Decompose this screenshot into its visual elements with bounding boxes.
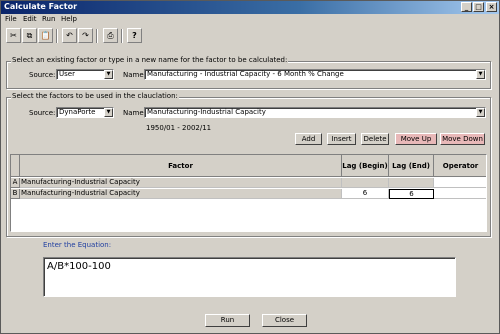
inputs-source-value: DynaPorte [59, 108, 96, 116]
toolbar: ✂ ⧉ 📋 ↶ ↷ ⎙ ? [3, 28, 153, 45]
target-name-select[interactable]: Manufacturing - Industrial Capacity - 6 … [144, 69, 486, 80]
row-a-factor[interactable]: Manufacturing-Industrial Capacity [20, 178, 342, 188]
inputs-name-label: Name: [123, 109, 147, 117]
target-source-value: User [59, 70, 75, 78]
inputs-group-label: Select the factors to be used in the cla… [11, 92, 179, 100]
row-b-operator[interactable] [434, 189, 486, 199]
minimize-button[interactable]: _ [461, 2, 472, 12]
print-icon[interactable]: ⎙ [103, 28, 118, 43]
inputs-source-label: Source: [29, 109, 56, 117]
factors-grid[interactable]: Factor Lag (Begin) Lag (End) Operator A … [10, 154, 487, 232]
date-range: 1950/01 - 2002/11 [146, 124, 212, 132]
close-window-button[interactable]: × [486, 2, 497, 12]
target-source-label: Source: [29, 71, 56, 79]
equation-label: Enter the Equation: [43, 241, 112, 249]
paste-icon[interactable]: 📋 [38, 28, 53, 43]
target-group-label: Select an existing factor or type in a n… [11, 56, 289, 64]
inputs-name-value: Manufacturing-Industrial Capacity [147, 108, 266, 116]
add-button[interactable]: Add [295, 133, 322, 145]
row-b-lag-begin[interactable]: 6 [342, 189, 389, 199]
redo-icon[interactable]: ↷ [78, 28, 93, 43]
column-header-factor[interactable]: Factor [20, 155, 342, 177]
delete-button[interactable]: Delete [361, 133, 389, 145]
row-b-lag-end[interactable]: 6 [389, 189, 434, 199]
menu-file[interactable]: File [5, 15, 17, 23]
target-name-label: Name: [123, 71, 147, 79]
column-header-lag-end[interactable]: Lag (End) [389, 155, 434, 177]
menu-bar: File Edit Run Help [1, 14, 499, 26]
toolbar-separator [56, 29, 58, 43]
menu-help[interactable]: Help [61, 15, 77, 23]
run-button[interactable]: Run [205, 314, 250, 327]
column-header-lag-begin[interactable]: Lag (Begin) [342, 155, 389, 177]
help-icon[interactable]: ? [127, 28, 142, 43]
target-name-value: Manufacturing - Industrial Capacity - 6 … [147, 70, 344, 78]
row-b-factor[interactable]: Manufacturing-Industrial Capacity [20, 189, 342, 199]
chevron-down-icon[interactable]: ▼ [476, 108, 485, 117]
inputs-source-select[interactable]: DynaPorte ▼ [56, 107, 114, 118]
chevron-down-icon[interactable]: ▼ [476, 70, 485, 79]
calculate-factor-window: Calculate Factor _ □ × File Edit Run Hel… [0, 0, 500, 334]
close-button[interactable]: Close [262, 314, 307, 327]
row-a-lag-begin[interactable] [342, 178, 389, 188]
row-a-lag-end[interactable] [389, 178, 434, 188]
move-up-button[interactable]: Move Up [395, 133, 437, 145]
insert-button[interactable]: Insert [327, 133, 356, 145]
title-bar: Calculate Factor _ □ × [1, 1, 499, 14]
move-down-button[interactable]: Move Down [440, 133, 485, 145]
chevron-down-icon[interactable]: ▼ [104, 70, 113, 79]
equation-input[interactable]: A/B*100-100 [43, 257, 456, 297]
target-source-select[interactable]: User ▼ [56, 69, 114, 80]
grid-corner [11, 155, 20, 177]
inputs-name-select[interactable]: Manufacturing-Industrial Capacity ▼ [144, 107, 486, 118]
toolbar-separator [96, 29, 98, 43]
maximize-button[interactable]: □ [473, 2, 484, 12]
toolbar-separator [121, 29, 123, 43]
menu-edit[interactable]: Edit [23, 15, 37, 23]
row-header-a[interactable]: A [11, 178, 20, 188]
copy-icon[interactable]: ⧉ [22, 28, 37, 43]
chevron-down-icon[interactable]: ▼ [104, 108, 113, 117]
menu-run[interactable]: Run [42, 15, 55, 23]
cut-icon[interactable]: ✂ [6, 28, 21, 43]
row-a-operator[interactable] [434, 178, 486, 188]
row-header-b[interactable]: B [11, 189, 20, 199]
window-title: Calculate Factor [4, 2, 78, 11]
undo-icon[interactable]: ↶ [62, 28, 77, 43]
column-header-operator[interactable]: Operator [434, 155, 486, 177]
